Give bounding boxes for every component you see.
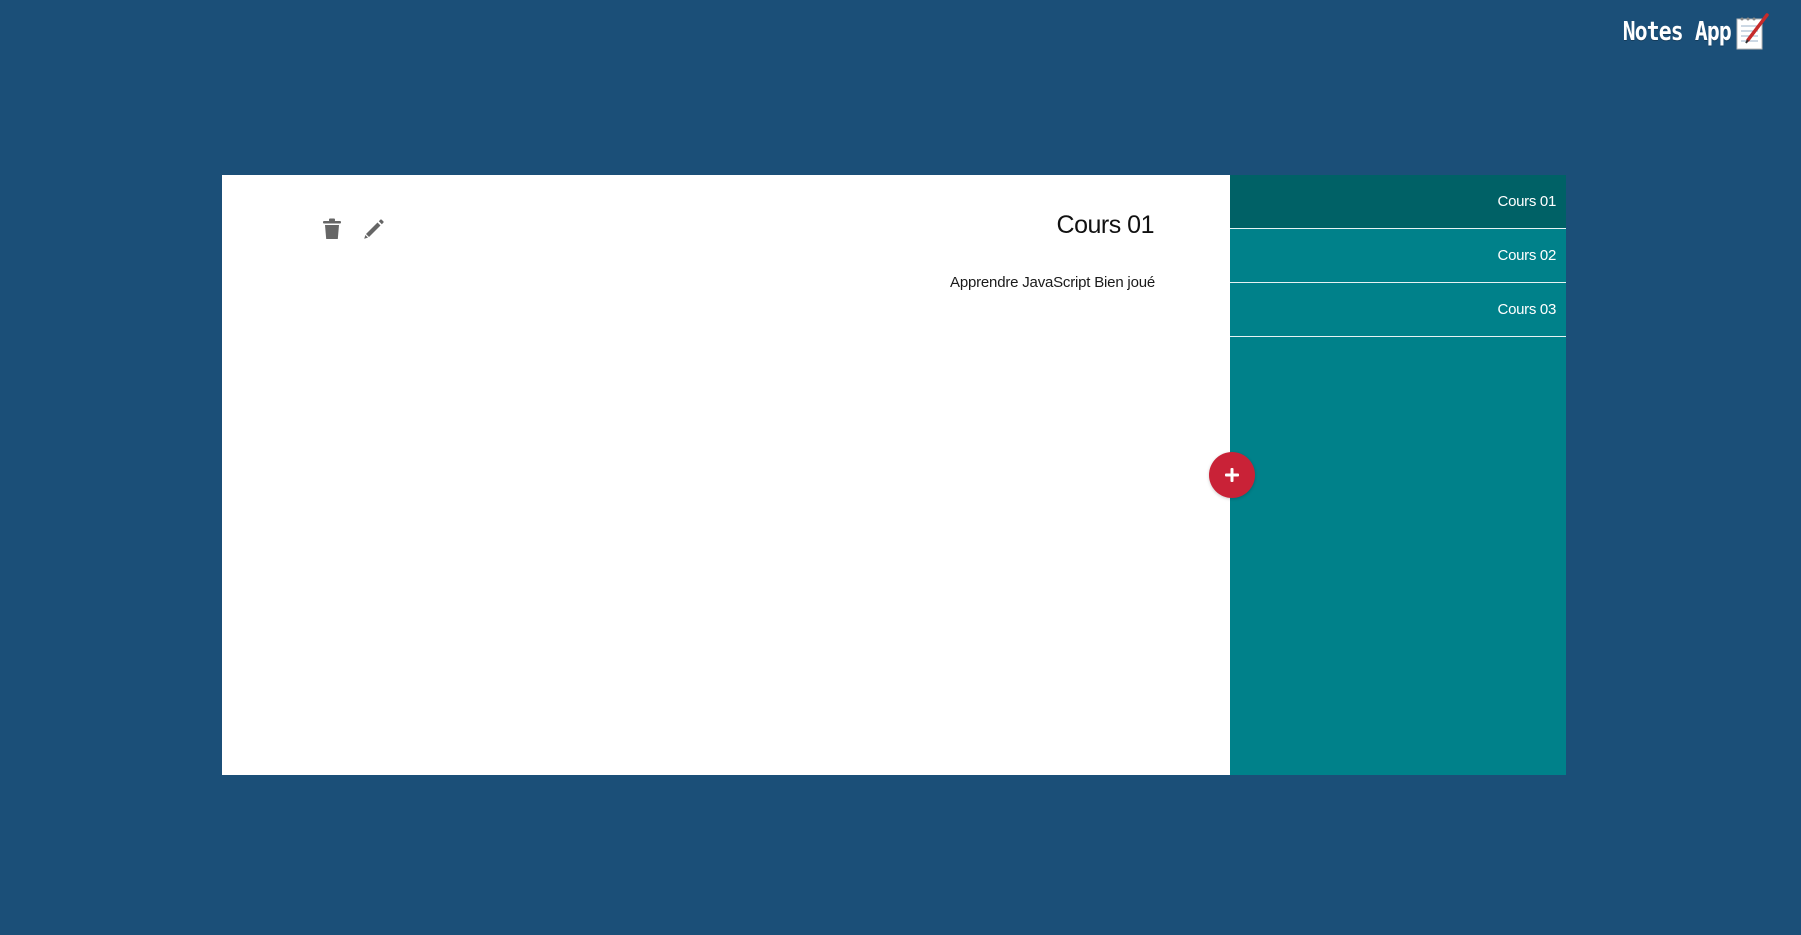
- sidebar-item-cours-01[interactable]: Cours 01: [1230, 175, 1566, 229]
- note-toolbar: [320, 217, 386, 241]
- notepad-pencil-icon: [1736, 13, 1769, 50]
- sidebar-item-label: Cours 03: [1497, 301, 1557, 318]
- add-note-button[interactable]: [1209, 452, 1255, 498]
- app-logo: Notes App: [1599, 12, 1771, 52]
- trash-icon: [323, 218, 341, 239]
- delete-button[interactable]: [320, 217, 344, 241]
- sidebar-item-label: Cours 01: [1497, 193, 1557, 210]
- logo-text: Notes App: [1622, 17, 1732, 47]
- notes-list: Cours 01 Cours 02 Cours 03: [1230, 175, 1566, 337]
- note-body: Apprendre JavaScript Bien joué: [950, 274, 1155, 291]
- sidebar-item-cours-02[interactable]: Cours 02: [1230, 229, 1566, 283]
- edit-button[interactable]: [362, 217, 386, 241]
- note-title: Cours 01: [1056, 211, 1155, 239]
- pencil-icon: [364, 219, 384, 239]
- notes-card: Cours 01 Apprendre JavaScript Bien joué …: [222, 175, 1566, 775]
- plus-icon: [1225, 468, 1239, 482]
- sidebar-item-cours-03[interactable]: Cours 03: [1230, 283, 1566, 337]
- notes-sidebar: Cours 01 Cours 02 Cours 03: [1230, 175, 1566, 775]
- sidebar-item-label: Cours 02: [1497, 247, 1557, 264]
- note-view: Cours 01 Apprendre JavaScript Bien joué: [222, 175, 1230, 775]
